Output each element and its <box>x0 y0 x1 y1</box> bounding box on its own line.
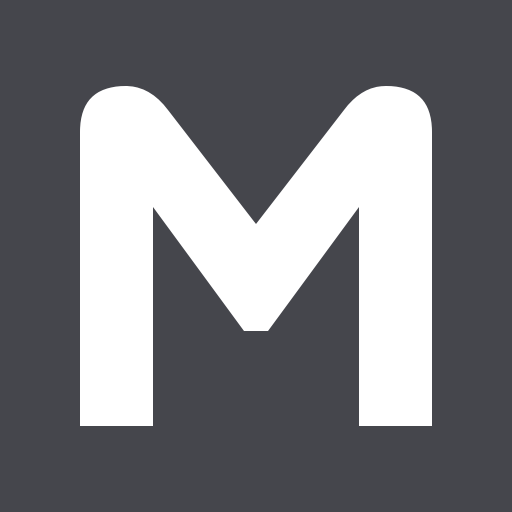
app-icon-tile <box>0 0 512 512</box>
letter-m-glyph <box>80 86 432 426</box>
letter-m-logo-icon <box>80 86 432 426</box>
